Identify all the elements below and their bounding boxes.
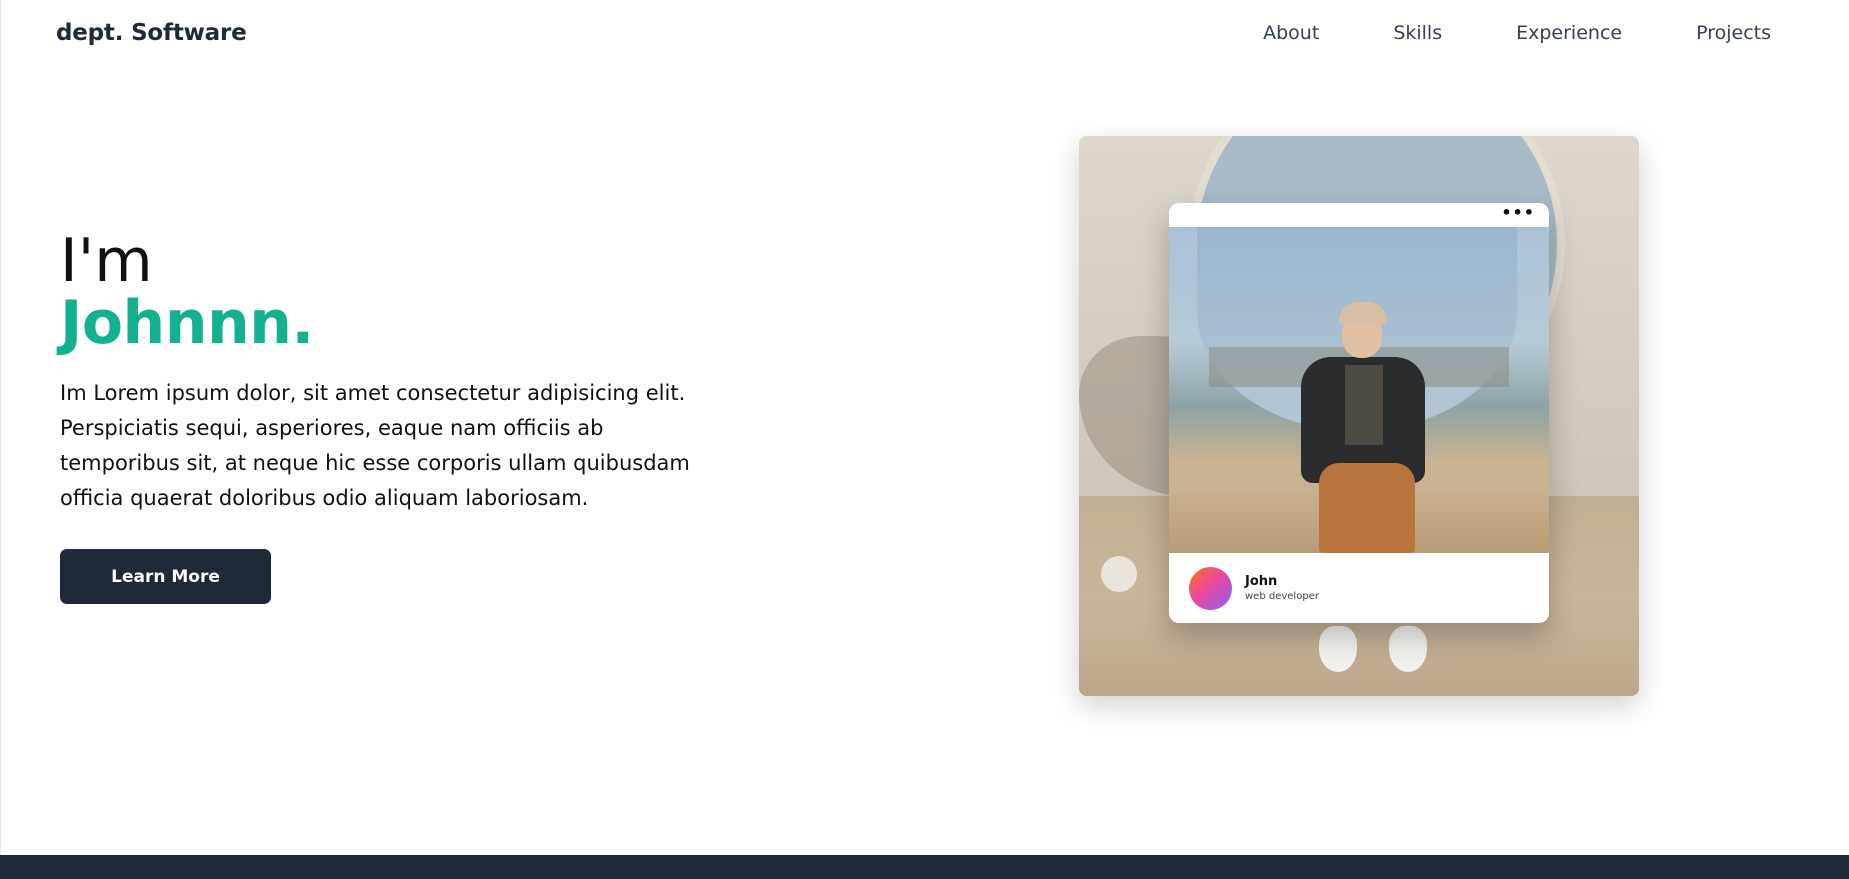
profile-meta: John web developer <box>1245 574 1319 603</box>
hero-bio: Im Lorem ipsum dolor, sit amet consectet… <box>60 381 690 510</box>
nav-link-skills[interactable]: Skills <box>1393 22 1442 44</box>
learn-more-button[interactable]: Learn More <box>60 549 271 604</box>
main-nav: About Skills Experience Projects <box>1263 22 1771 44</box>
profile-card-topbar: ••• <box>1169 203 1549 227</box>
profile-card: ••• John web developer <box>1169 203 1549 623</box>
profile-name: John <box>1245 573 1278 589</box>
brand-logo[interactable]: dept. Software <box>56 20 247 46</box>
nav-link-projects[interactable]: Projects <box>1696 22 1771 44</box>
profile-role: web developer <box>1245 590 1319 602</box>
page-left-border <box>0 0 1 855</box>
nav-link-experience[interactable]: Experience <box>1516 22 1622 44</box>
nav-link-about[interactable]: About <box>1263 22 1319 44</box>
photo-wall-knob <box>1101 556 1137 592</box>
person-shirt <box>1345 365 1383 445</box>
hero-section: I'm Johnnn. Im Lorem ipsum dolor, sit am… <box>60 230 700 537</box>
person-pants <box>1319 463 1415 553</box>
photo-shoe-left <box>1319 626 1357 672</box>
hero-name: Johnnn. <box>60 288 314 358</box>
footer-bar <box>0 855 1849 879</box>
more-options-icon[interactable]: ••• <box>1501 205 1535 221</box>
profile-card-footer: John web developer <box>1169 553 1549 623</box>
photo-shoe-right <box>1389 626 1427 672</box>
avatar <box>1189 566 1232 610</box>
person-cap <box>1339 302 1387 324</box>
profile-photo <box>1169 227 1549 553</box>
hero-greeting: I'm <box>60 226 153 296</box>
